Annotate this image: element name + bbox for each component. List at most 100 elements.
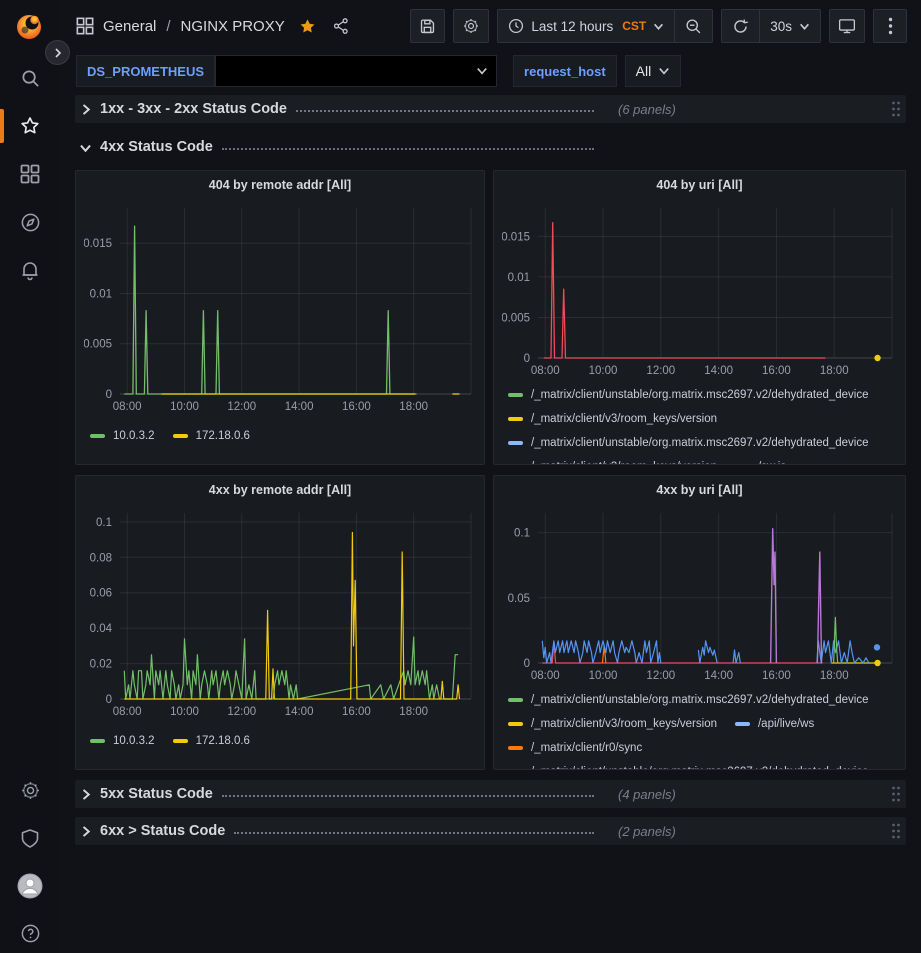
legend-item: /_matrix/client/unstable/org.matrix.msc2… <box>508 766 869 770</box>
panel-legend: /_matrix/client/unstable/org.matrix.msc2… <box>502 684 897 770</box>
grafana-logo-icon <box>13 10 45 42</box>
legend-series-label[interactable]: 10.0.3.2 <box>113 735 155 747</box>
svg-text:08:00: 08:00 <box>531 365 560 377</box>
sidebar-item-profile[interactable] <box>0 866 60 906</box>
svg-text:16:00: 16:00 <box>762 670 791 682</box>
starred-icon <box>19 115 41 137</box>
row-drag-handle[interactable] <box>890 100 902 118</box>
legend-series-color <box>90 739 105 743</box>
chevron-down-icon <box>79 141 92 154</box>
svg-text:10:00: 10:00 <box>589 670 618 682</box>
legend-series-label[interactable]: /_matrix/client/v3/room_keys/version <box>531 718 717 730</box>
sidebar-item-search[interactable] <box>0 58 60 98</box>
svg-text:18:00: 18:00 <box>820 365 849 377</box>
panel-title[interactable]: 404 by uri [All] <box>502 178 897 199</box>
sidebar <box>0 0 60 953</box>
sidebar-item-alerting[interactable] <box>0 250 60 290</box>
legend-series-label[interactable]: 172.18.0.6 <box>196 735 250 747</box>
svg-text:0.06: 0.06 <box>90 588 112 600</box>
zoom-out-button[interactable] <box>674 10 712 42</box>
row-header-1xx-3xx-2xx[interactable]: 1xx - 3xx - 2xx Status Code (6 panels) <box>75 95 906 123</box>
navbar-actions: Last 12 hours CST 30s <box>410 9 907 43</box>
timezone-badge: CST <box>622 19 646 33</box>
legend-row: /_matrix/client/v3/room_keys/version/api… <box>508 712 895 736</box>
request-host-variable-label[interactable]: request_host <box>513 55 617 87</box>
explore-compass-icon <box>20 212 41 233</box>
sidebar-item-explore[interactable] <box>0 202 60 242</box>
legend-series-label[interactable]: 10.0.3.2 <box>113 430 155 442</box>
svg-text:16:00: 16:00 <box>762 365 791 377</box>
kebab-menu-button[interactable] <box>873 9 907 43</box>
sidebar-item-help[interactable] <box>0 913 60 953</box>
svg-text:0.005: 0.005 <box>84 339 112 351</box>
legend-series-label[interactable]: /sw.js <box>758 461 786 465</box>
legend-item: /_matrix/client/r0/sync <box>508 742 642 754</box>
datasource-select[interactable] <box>215 55 497 87</box>
dotted-leader <box>222 148 594 150</box>
legend-series-label[interactable]: /_matrix/client/v3/room_keys/version <box>531 461 717 465</box>
sidebar-item-settings[interactable] <box>0 770 60 810</box>
svg-text:0.1: 0.1 <box>514 528 530 540</box>
dashboards-grid-icon <box>76 17 94 35</box>
row-drag-handle[interactable] <box>890 822 902 840</box>
row-drag-handle[interactable] <box>890 785 902 803</box>
refresh-button[interactable] <box>722 10 759 42</box>
kebab-icon <box>888 17 893 35</box>
legend-series-label[interactable]: /_matrix/client/unstable/org.matrix.msc2… <box>531 694 869 706</box>
legend-series-label[interactable]: /_matrix/client/r0/sync <box>531 742 642 754</box>
legend-series-label[interactable]: /_matrix/client/unstable/org.matrix.msc2… <box>531 766 869 770</box>
row-header-6xx[interactable]: 6xx > Status Code (2 panels) <box>75 817 906 845</box>
share-icon[interactable] <box>332 17 350 35</box>
panel-title[interactable]: 404 by remote addr [All] <box>84 178 476 199</box>
legend-series-label[interactable]: /_matrix/client/unstable/org.matrix.msc2… <box>531 389 869 401</box>
chevron-down-icon <box>476 65 488 77</box>
grafana-logo[interactable] <box>13 10 45 42</box>
timeseries-chart[interactable]: 08:0010:0012:0014:0016:0018:0000.0050.01… <box>502 199 899 379</box>
svg-text:16:00: 16:00 <box>342 401 371 413</box>
row-header-5xx[interactable]: 5xx Status Code (4 panels) <box>75 780 906 808</box>
panel-4xx-by-uri: 4xx by uri [All] 08:0010:0012:0014:0016:… <box>493 475 906 770</box>
row-header-4xx[interactable]: 4xx Status Code <box>75 133 906 161</box>
legend-series-label[interactable]: /api/live/ws <box>758 718 814 730</box>
zoom-out-icon <box>685 18 702 35</box>
dashboard-settings-button[interactable] <box>453 9 489 43</box>
legend-row: /_matrix/client/unstable/org.matrix.msc2… <box>508 431 895 455</box>
timeseries-chart[interactable]: 08:0010:0012:0014:0016:0018:0000.050.1 <box>502 504 899 684</box>
timeseries-chart[interactable]: 08:0010:0012:0014:0016:0018:0000.0050.01… <box>84 199 478 415</box>
svg-text:12:00: 12:00 <box>227 706 256 718</box>
datasource-variable-label[interactable]: DS_PROMETHEUS <box>76 55 215 87</box>
panel-title[interactable]: 4xx by remote addr [All] <box>84 483 476 504</box>
refresh-interval-dropdown[interactable]: 30s <box>759 10 820 42</box>
breadcrumb-folder[interactable]: General <box>103 18 156 35</box>
legend-series-label[interactable]: /_matrix/client/v3/room_keys/version <box>531 413 717 425</box>
request-host-select[interactable]: All <box>625 55 682 87</box>
tv-mode-button[interactable] <box>829 9 865 43</box>
sidebar-item-dashboards[interactable] <box>0 154 60 194</box>
sidebar-item-starred[interactable] <box>0 106 60 146</box>
row-panel-count: (4 panels) <box>618 787 676 802</box>
svg-text:16:00: 16:00 <box>342 706 371 718</box>
sidebar-expand-button[interactable] <box>45 40 70 65</box>
save-dashboard-button[interactable] <box>410 9 445 43</box>
request-host-value: All <box>636 63 652 79</box>
timeseries-chart[interactable]: 08:0010:0012:0014:0016:0018:0000.020.040… <box>84 504 478 720</box>
panel-title[interactable]: 4xx by uri [All] <box>502 483 897 504</box>
breadcrumb-dashboard-title[interactable]: NGINX PROXY <box>181 18 285 35</box>
legend-item: /api/live/ws <box>735 718 814 730</box>
legend-series-color <box>508 393 523 397</box>
legend-row: /_matrix/client/unstable/org.matrix.msc2… <box>508 383 895 407</box>
legend-series-label[interactable]: 172.18.0.6 <box>196 430 250 442</box>
time-range-picker[interactable]: Last 12 hours CST <box>498 10 674 42</box>
chevron-right-icon <box>79 103 92 116</box>
favorite-star-icon[interactable] <box>298 17 317 36</box>
sidebar-item-admin[interactable] <box>0 818 60 858</box>
user-avatar <box>17 873 43 899</box>
svg-text:14:00: 14:00 <box>704 670 733 682</box>
svg-text:0.015: 0.015 <box>84 238 112 250</box>
svg-text:0: 0 <box>524 658 530 670</box>
panel-4xx-by-remote-addr: 4xx by remote addr [All] 08:0010:0012:00… <box>75 475 485 770</box>
row-title: 4xx Status Code <box>100 139 213 155</box>
svg-text:0: 0 <box>106 389 112 401</box>
legend-series-label[interactable]: /_matrix/client/unstable/org.matrix.msc2… <box>531 437 869 449</box>
legend-item: /_matrix/client/v3/room_keys/version <box>508 718 717 730</box>
